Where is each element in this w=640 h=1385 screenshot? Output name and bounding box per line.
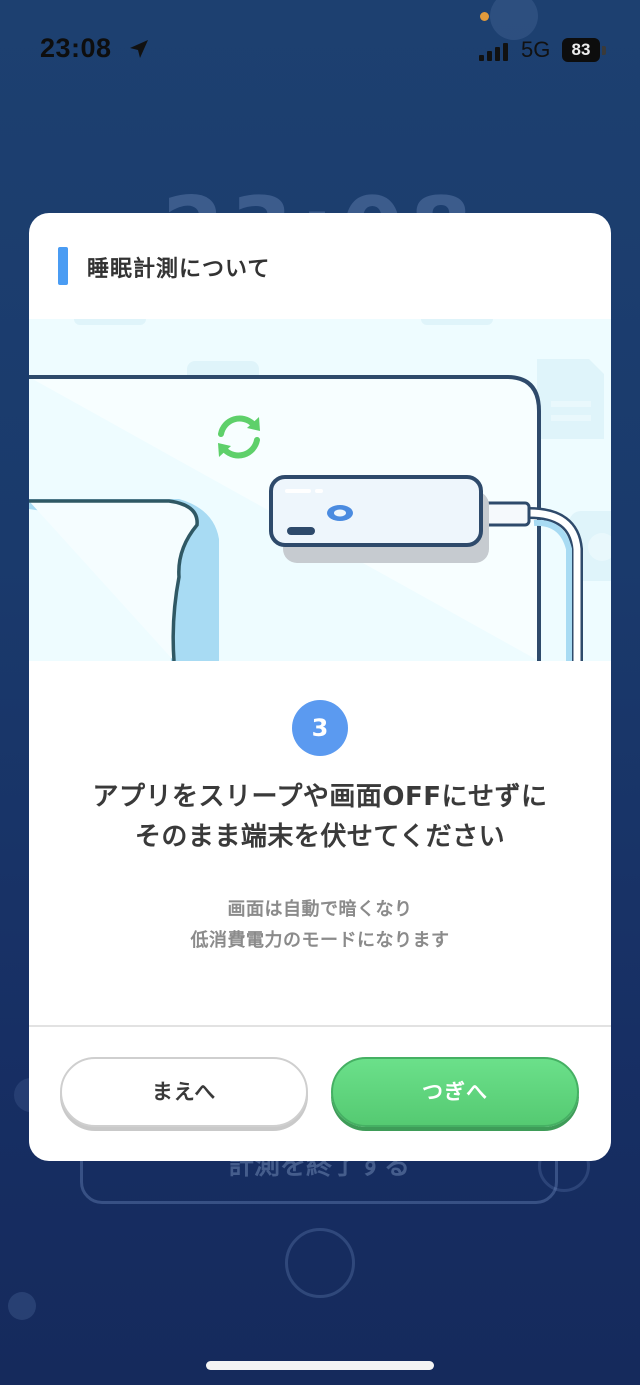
location-arrow-icon	[130, 40, 148, 58]
background-bubble	[8, 1292, 36, 1320]
previous-button[interactable]: まえへ	[60, 1057, 308, 1127]
network-type: 5G	[521, 37, 551, 62]
phone-icon	[269, 475, 489, 563]
sub-text-line-1: 画面は自動で暗くなり	[227, 899, 413, 920]
privacy-indicator-dot	[480, 12, 489, 21]
status-bar: 23:08 5G 83	[0, 0, 640, 100]
battery-indicator: 83	[562, 38, 600, 62]
tutorial-illustration	[29, 309, 611, 667]
footer-divider	[29, 1025, 611, 1027]
illustration-svg	[29, 309, 611, 667]
battery-cap	[602, 46, 606, 55]
next-button[interactable]: つぎへ	[331, 1057, 579, 1127]
instruction-line-2: そのまま端末を伏せてください	[134, 822, 506, 852]
header-accent-bar	[58, 247, 68, 285]
step-number-badge: 3	[292, 700, 348, 756]
sub-text-line-2: 低消費電力のモードになります	[190, 930, 450, 951]
background-bubble	[285, 1228, 355, 1298]
faint-document-icon	[537, 359, 604, 439]
dialog-header: 睡眠計測について	[29, 213, 611, 319]
pillow-icon	[29, 499, 219, 662]
cellular-signal-icon	[479, 43, 508, 61]
home-indicator[interactable]	[206, 1361, 434, 1370]
instruction-line-1: アプリをスリープや画面OFFにせずに	[92, 782, 548, 812]
status-time: 23:08	[40, 33, 112, 63]
dialog-title: 睡眠計測について	[87, 257, 271, 282]
sleep-measurement-dialog: 睡眠計測について 3 アプリをスリープや画面OFFにせずに そのまま端末を伏せて…	[29, 213, 611, 1161]
